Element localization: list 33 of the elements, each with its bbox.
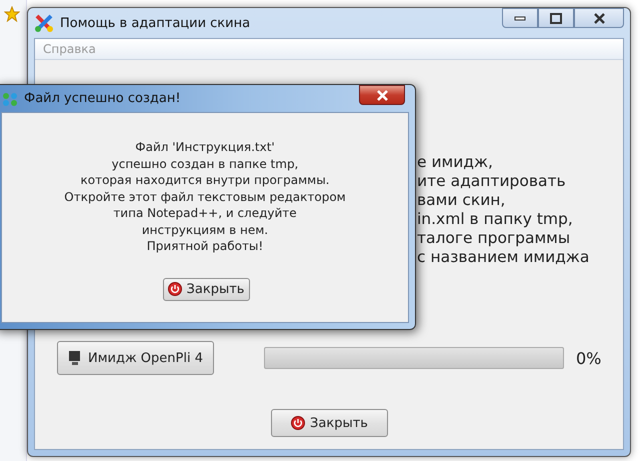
progress-percent: 0% [576,348,602,368]
instruction-text: in.xml в папку tmp, [417,210,573,229]
users-icon [1,90,19,106]
minimize-icon [514,15,526,21]
message-text: Откройте этот файл текстовым редактором [64,188,346,205]
close-button[interactable] [359,85,405,105]
maximize-icon [550,12,562,24]
message-text: Файл 'Инструкция.txt' [135,139,275,156]
dialog-title: Файл успешно создан! [24,91,182,106]
power-icon [291,416,306,430]
close-button[interactable]: Закрыть [271,409,388,437]
message-text: которая находится внутри программы. [80,172,330,188]
instruction-text: вами скин, [417,191,506,210]
instruction-text: е имидж, [417,153,493,172]
computer-icon [68,350,82,366]
close-button[interactable] [574,8,624,28]
power-icon [168,282,182,296]
window-title: Помощь в адаптации скина [60,16,252,30]
message-text: успешно создан в папке tmp, [112,156,298,172]
instruction-text: с названием имиджа [417,248,590,267]
minimize-button[interactable] [502,8,538,28]
message-text: Приятной работы! [146,238,264,254]
close-icon [592,12,606,24]
close-button[interactable]: Закрыть [162,278,250,300]
message-text: инструкциям в нем. [142,222,268,238]
close-icon [376,90,388,100]
message-text: типа Notepad++, и следуйте [113,205,297,222]
instruction-text: ите адаптировать [417,172,566,191]
star-icon [4,6,20,22]
maximize-button[interactable] [538,8,574,28]
instruction-text: талоге программы [417,229,570,248]
image-button[interactable]: Имидж OpenPli 4 [57,341,214,375]
app-icon [34,13,54,33]
